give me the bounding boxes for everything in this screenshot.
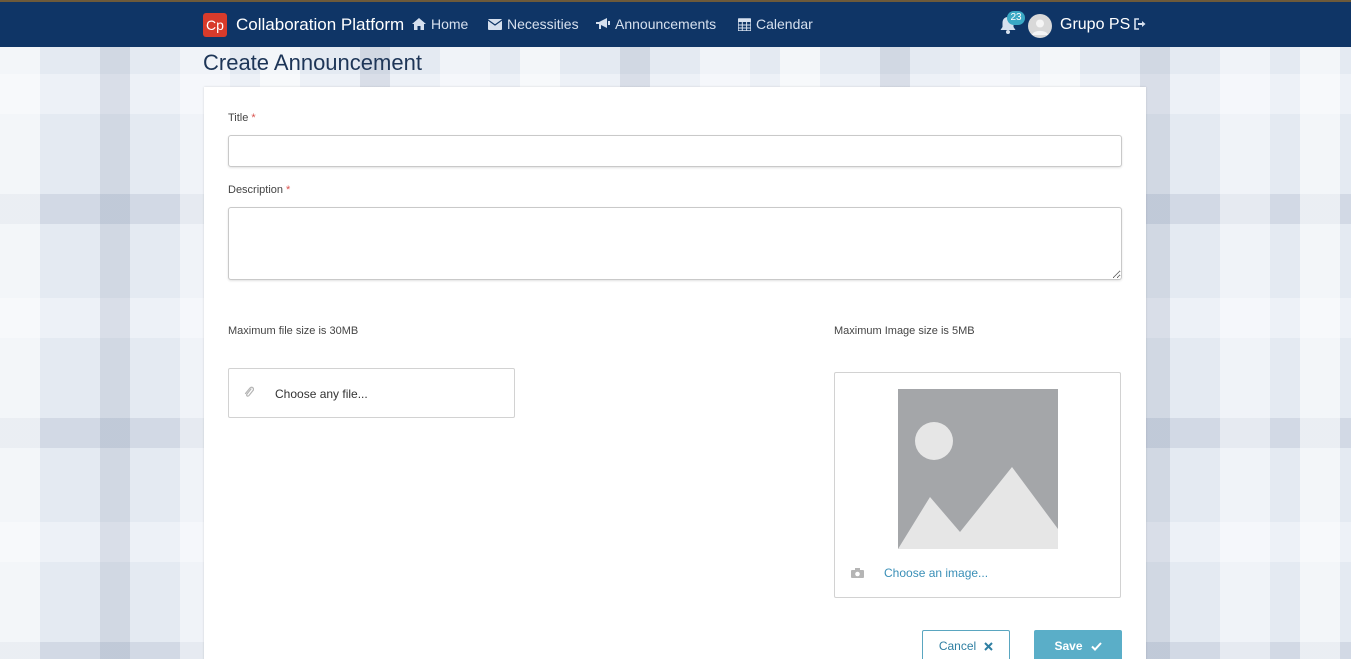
nav-item-home[interactable]: Home [412, 16, 468, 32]
user-icon [1032, 19, 1048, 35]
nav-item-calendar[interactable]: Calendar [738, 16, 813, 32]
home-icon [412, 18, 426, 30]
choose-image-link[interactable]: Choose an image... [884, 566, 988, 580]
file-size-hint: Maximum file size is 30MB [228, 325, 359, 337]
page-title: Create Announcement [203, 50, 422, 75]
check-icon [1090, 641, 1102, 651]
calendar-icon [738, 17, 751, 31]
description-label: Description * [228, 184, 290, 196]
title-label: Title * [228, 112, 256, 124]
top-navbar: Cp Collaboration Platform Home Necessiti… [0, 0, 1351, 47]
title-input[interactable] [228, 135, 1122, 167]
file-picker-label: Choose any file... [275, 387, 368, 401]
brand-logo[interactable]: Cp [203, 13, 227, 37]
description-label-text: Description [228, 184, 284, 196]
image-placeholder-icon [898, 389, 1058, 549]
nav-announcements-label: Announcements [615, 16, 717, 32]
save-button-label: Save [1054, 639, 1083, 653]
description-textarea[interactable] [228, 207, 1122, 280]
title-label-text: Title [228, 112, 249, 124]
cancel-button-label: Cancel [938, 639, 977, 653]
envelope-icon [488, 18, 502, 30]
bullhorn-icon [596, 18, 610, 29]
paperclip-icon [244, 386, 254, 397]
nav-home-label: Home [431, 16, 469, 32]
close-icon [984, 641, 993, 651]
file-picker[interactable]: Choose any file... [228, 368, 515, 418]
description-required-mark: * [286, 184, 291, 196]
announcement-form-card: Title * Description * Maximum file size is… [204, 87, 1146, 659]
camera-icon [851, 568, 864, 578]
avatar[interactable] [1028, 14, 1052, 38]
nav-necessities-label: Necessities [507, 16, 579, 32]
notification-badge: 23 [1007, 11, 1025, 25]
user-name[interactable]: Grupo PS [1060, 16, 1130, 34]
brand-name[interactable]: Collaboration Platform [236, 15, 404, 35]
image-picker[interactable]: Choose an image... [834, 372, 1121, 598]
logout-icon[interactable] [1134, 18, 1146, 30]
image-size-hint: Maximum Image size is 5MB [834, 325, 975, 337]
title-required-mark: * [251, 112, 256, 124]
cancel-button[interactable]: Cancel [922, 630, 1010, 659]
nav-item-necessities[interactable]: Necessities [488, 16, 579, 32]
nav-calendar-label: Calendar [756, 16, 813, 32]
save-button[interactable]: Save [1034, 630, 1122, 659]
nav-item-announcements[interactable]: Announcements [596, 16, 716, 32]
